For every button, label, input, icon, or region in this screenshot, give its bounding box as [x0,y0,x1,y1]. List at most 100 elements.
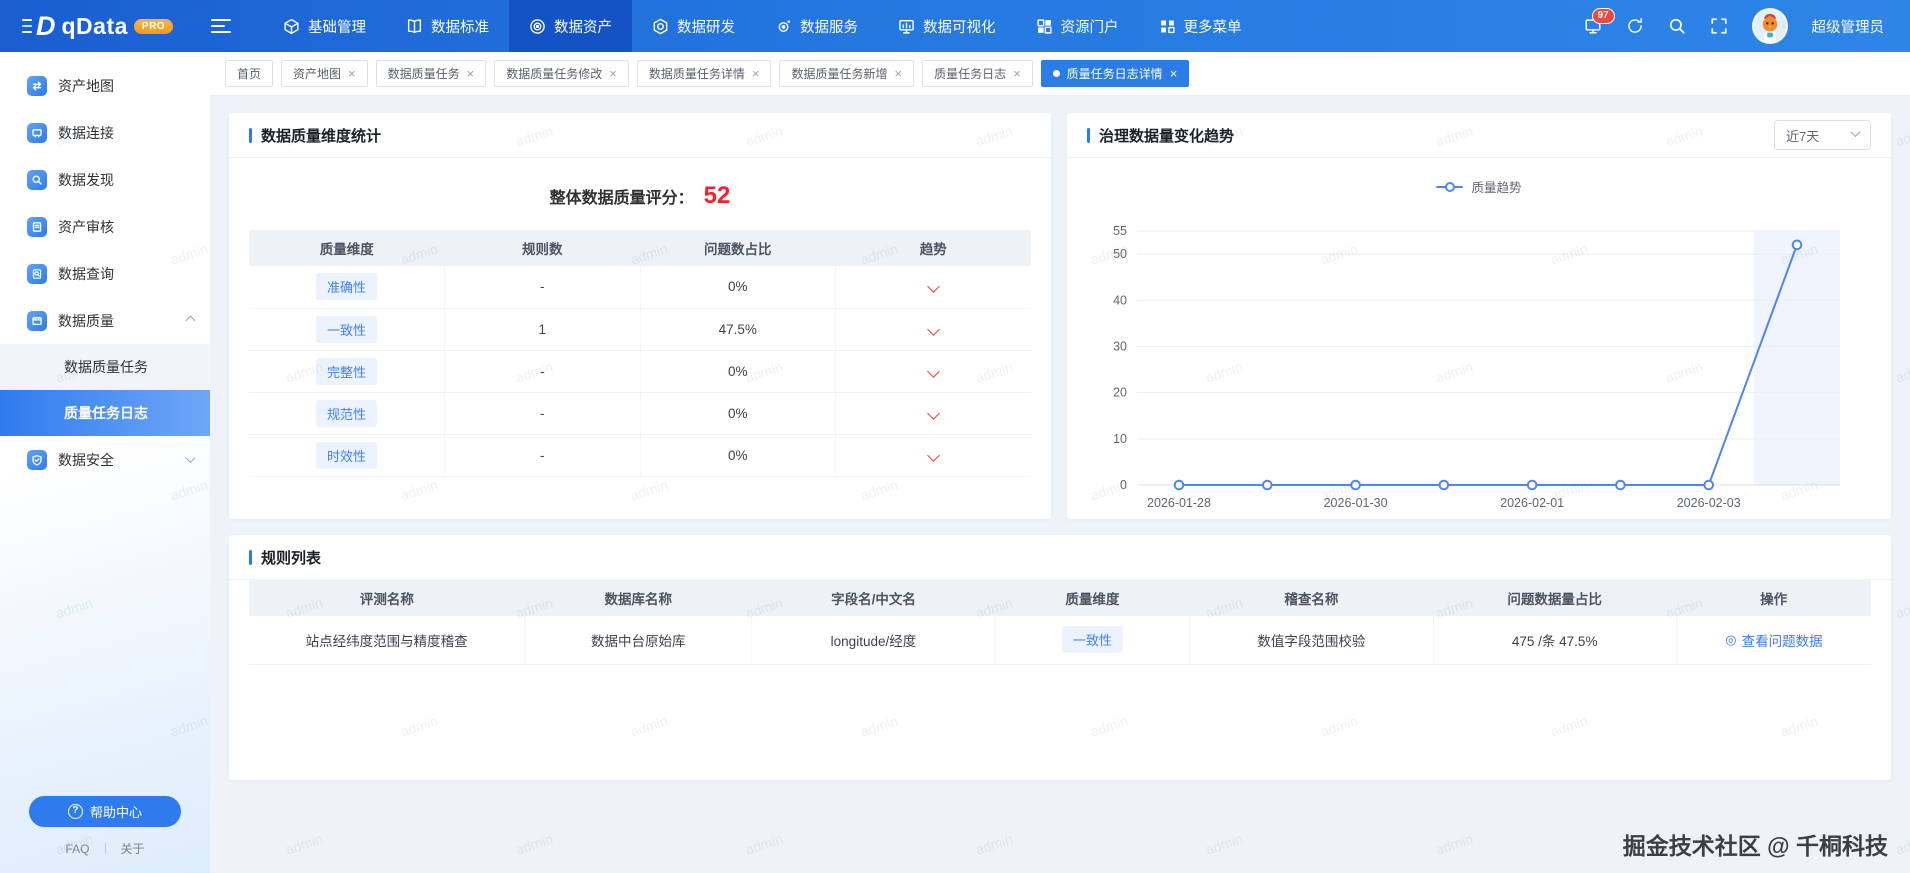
tab-home[interactable]: 首页 [225,60,274,87]
tab-quality-task-edit[interactable]: 数据质量任务修改 × [494,60,629,87]
grid-icon [1036,18,1053,35]
notification-badge: 97 [1591,8,1615,24]
table-row: 规范性 - 0% [249,392,1031,435]
svg-text:50: 50 [1113,247,1127,261]
close-icon[interactable]: × [752,67,760,80]
sidebar-item-data-discovery[interactable]: 数据发现 [0,156,210,203]
help-center-button[interactable]: ? 帮助中心 [29,796,181,827]
time-range-select[interactable]: 近7天 [1774,120,1871,150]
sidebar-item-label: 数据质量 [58,312,114,329]
sidebar-item-quality-task-log[interactable]: 质量任务日志 [0,390,210,436]
nav-item-data-service[interactable]: 数据服务 [755,0,878,52]
logo-text: qData [61,12,128,39]
question-icon: ? [67,804,83,819]
nav-item-more-menu[interactable]: 更多菜单 [1139,0,1262,52]
close-icon[interactable]: × [1170,67,1178,80]
card-title: 治理数据量变化趋势 [1099,127,1235,145]
more-icon [1159,18,1176,35]
dimension-tag[interactable]: 规范性 [315,399,377,427]
table-row: 完整性 - 0% [249,350,1031,393]
dimension-tag[interactable]: 一致性 [315,315,377,343]
refresh-icon[interactable] [1626,17,1644,35]
dimension-tag[interactable]: 准确性 [315,273,377,301]
search-icon[interactable] [1668,17,1686,35]
issue-ratio: 0% [639,392,836,435]
sidebar-item-quality-task[interactable]: 数据质量任务 [0,344,210,390]
trend-down-icon [927,448,940,462]
nav-item-data-dev[interactable]: 数据研发 [632,0,755,52]
quality-dimension-card: 数据质量维度统计 整体数据质量评分： 52 质量维度 规则数 问题数占比 趋势 准确性 -… [229,113,1051,519]
sidebar-item-label: 数据连接 [58,124,114,141]
close-icon[interactable]: × [467,67,475,80]
dimension-tag[interactable]: 一致性 [1061,626,1123,654]
logo[interactable]: D qData PRO [0,12,205,40]
divider [104,843,106,854]
sidebar-item-label: 资产地图 [58,77,114,94]
sidebar-item-label: 数据安全 [58,451,114,468]
orbit-icon [775,18,792,35]
target-icon [529,18,546,35]
navbar-tools: 97 超级管理员 [1584,8,1910,44]
tab-quality-task-detail[interactable]: 数据质量任务详情 × [636,60,772,87]
nav-item-data-visualization[interactable]: 数据可视化 [878,0,1016,52]
tab-bar: 首页 资产地图 × 数据质量任务 × 数据质量任务修改 × 数据质量任务详情 × 数据质量任务新增… [210,52,1910,96]
rule-name: 站点经纬度范围与精度稽查 [249,616,525,665]
map-icon [27,75,47,96]
sidebar-item-data-security[interactable]: 数据安全 [0,436,210,483]
close-icon[interactable]: × [348,67,356,80]
sidebar-item-asset-map[interactable]: 资产地图 [0,62,210,109]
svg-text:2026-02-01: 2026-02-01 [1500,496,1564,510]
table-row: 准确性 - 0% [249,266,1031,309]
sidebar-item-asset-audit[interactable]: 资产审核 [0,203,210,250]
nav-item-basic-management[interactable]: 基础管理 [263,0,386,52]
sidebar-item-data-quality[interactable]: 数据质量 [0,297,210,344]
card-title: 数据质量维度统计 [261,127,382,145]
tab-quality-task-log-detail[interactable]: 质量任务日志详情 × [1040,60,1190,87]
sidebar-item-label: 资产审核 [58,218,114,235]
trend-down-icon [927,364,940,378]
tab-quality-task[interactable]: 数据质量任务 × [375,60,487,87]
cube-icon [283,18,300,35]
tab-quality-task-add[interactable]: 数据质量任务新增 × [779,60,915,87]
pro-badge: PRO [133,18,174,34]
notification-icon[interactable]: 97 [1584,8,1615,35]
tab-label: 质量任务日志详情 [1066,67,1163,81]
title-accent-bar [1087,127,1090,143]
score-value: 52 [703,182,731,209]
tab-asset-map[interactable]: 资产地图 × [281,60,368,87]
nav-item-resource-portal[interactable]: 资源门户 [1016,0,1139,52]
nav-item-label: 数据可视化 [923,19,996,36]
svg-text:2026-01-28: 2026-01-28 [1147,496,1211,510]
dimension-tag[interactable]: 时效性 [315,441,377,469]
collapse-menu-icon[interactable] [211,19,231,34]
view-issue-data-link[interactable]: ◎ 查看问题数据 [1725,630,1822,650]
svg-text:2026-02-03: 2026-02-03 [1677,496,1741,510]
tab-quality-task-log[interactable]: 质量任务日志 × [922,60,1033,87]
issue-ratio: 0% [639,350,836,393]
sidebar-item-data-connection[interactable]: 数据连接 [0,109,210,156]
nav-item-data-asset[interactable]: 数据资产 [509,0,632,52]
issue-ratio: 0% [639,266,836,309]
close-icon[interactable]: × [1013,67,1021,80]
faq-link[interactable]: FAQ [65,842,89,856]
fullscreen-icon[interactable] [1710,17,1728,35]
app-root: D qData PRO 基础管理 数据标准 数据资产 数据研发 数据服务 数据可视化 资源门… [0,0,1910,873]
trend-card: 治理数据量变化趋势 近7天 质量趋势 0 10 20 30 40 50 55 2026-01-… [1067,113,1891,519]
score-label: 整体数据质量评分： [549,190,694,207]
sidebar-item-data-query[interactable]: 数据查询 [0,250,210,297]
column-header: 评测名称 [249,580,525,616]
dimension-tag[interactable]: 完整性 [315,357,377,385]
chart-legend[interactable]: 质量趋势 [1067,177,1891,196]
trend-down-icon [927,280,940,294]
about-link[interactable]: 关于 [121,840,145,857]
column-header: 数据库名称 [524,580,752,616]
sidebar-item-label: 数据发现 [58,171,114,188]
close-icon[interactable]: × [609,67,617,80]
nav-item-data-standard[interactable]: 数据标准 [386,0,509,52]
connection-icon [27,122,47,143]
trend-down-icon [927,406,940,420]
avatar[interactable] [1751,8,1788,44]
user-name[interactable]: 超级管理员 [1812,16,1885,37]
nav-item-label: 数据研发 [677,19,735,36]
close-icon[interactable]: × [894,67,902,80]
